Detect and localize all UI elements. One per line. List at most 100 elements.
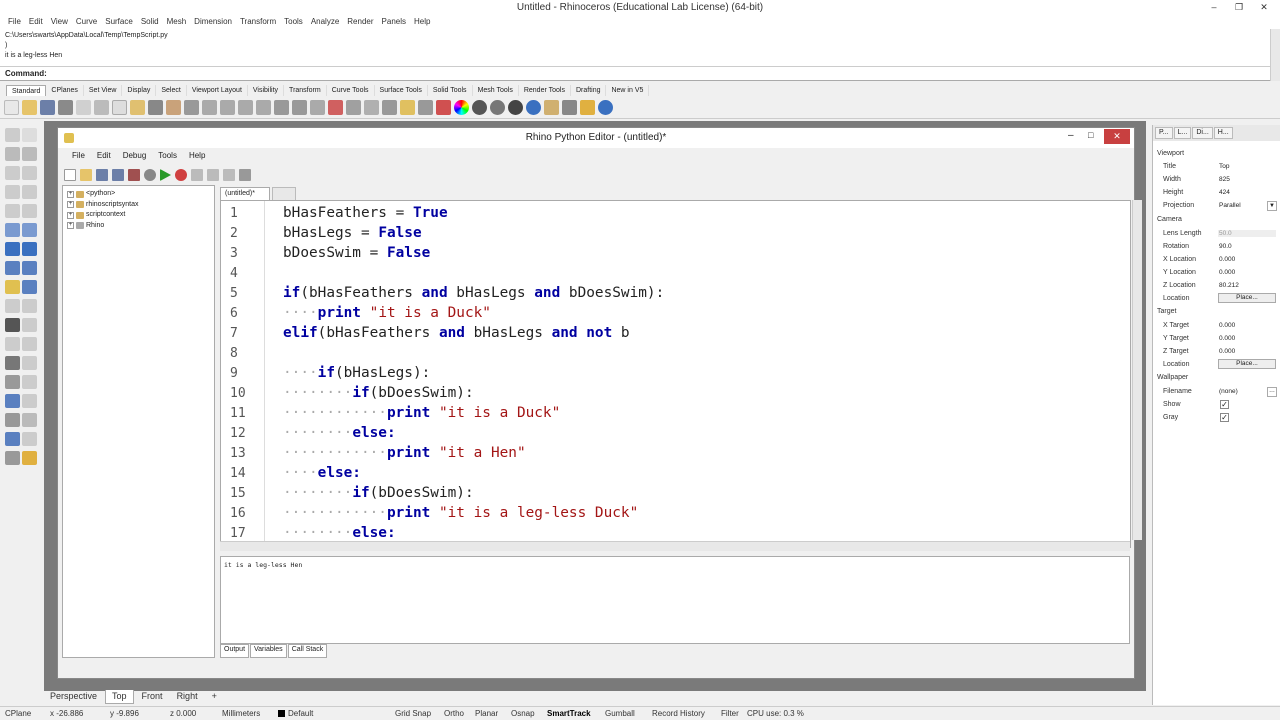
render-icon[interactable] <box>508 100 523 115</box>
code-vertical-scrollbar[interactable] <box>1132 200 1142 540</box>
save-all-icon[interactable] <box>112 169 124 181</box>
expand-icon[interactable]: + <box>67 222 74 230</box>
options-icon[interactable] <box>544 100 559 115</box>
expand-icon[interactable]: + <box>67 201 74 209</box>
split-icon[interactable] <box>5 318 20 332</box>
browse-button[interactable]: … <box>1267 387 1277 397</box>
code-line[interactable]: ············print "it a Hen" <box>283 445 526 461</box>
code-line[interactable]: ········else: <box>283 425 396 441</box>
rectangle-icon[interactable] <box>22 185 37 199</box>
code-line[interactable]: bHasFeathers = True <box>283 205 448 221</box>
tab-properties[interactable]: P... <box>1155 127 1173 139</box>
save-icon[interactable] <box>40 100 55 115</box>
ortho-button[interactable]: Ortho <box>444 709 464 718</box>
rendered-icon[interactable] <box>490 100 505 115</box>
layer-icon[interactable] <box>436 100 451 115</box>
menu-panels[interactable]: Panels <box>378 15 410 29</box>
tree-item-rhino[interactable]: + Rhino <box>67 221 210 232</box>
properties-icon[interactable] <box>76 100 91 115</box>
record-history-button[interactable]: Record History <box>652 709 705 718</box>
menu-render[interactable]: Render <box>343 15 377 29</box>
code-line[interactable]: ········if(bDoesSwim): <box>283 385 474 401</box>
x-target-field[interactable]: 0.000 <box>1218 322 1276 329</box>
help-icon[interactable] <box>598 100 613 115</box>
code-line[interactable]: ····if(bHasLegs): <box>283 365 430 381</box>
code-line[interactable]: ············print "it is a Duck" <box>283 405 560 421</box>
tree-item-rhinoscriptsyntax[interactable]: + rhinoscriptsyntax <box>67 200 210 211</box>
polygon-icon[interactable] <box>5 204 20 218</box>
explode-icon[interactable] <box>22 337 37 351</box>
osnap-icon[interactable] <box>346 100 361 115</box>
y-target-field[interactable]: 0.000 <box>1218 335 1276 342</box>
extrude-icon[interactable] <box>22 223 37 237</box>
units-label[interactable]: Millimeters <box>222 709 260 718</box>
code-editor[interactable]: 1 2 3 4 5 6 7 8 9 10 11 12 13 14 15 16 1… <box>220 200 1131 548</box>
menu-help[interactable]: Help <box>410 15 434 29</box>
grid-snap-button[interactable]: Grid Snap <box>395 709 431 718</box>
planar-button[interactable]: Planar <box>475 709 498 718</box>
editor-maximize-icon[interactable]: □ <box>1088 130 1093 140</box>
check-icon[interactable] <box>22 432 37 446</box>
gumball-button[interactable]: Gumball <box>605 709 635 718</box>
set-view-icon[interactable] <box>310 100 325 115</box>
menu-dimension[interactable]: Dimension <box>190 15 236 29</box>
tab-transform[interactable]: Transform <box>284 85 327 96</box>
tab-perspective[interactable]: Perspective <box>44 690 103 704</box>
cplane-icon[interactable] <box>328 100 343 115</box>
surface-icon[interactable] <box>5 223 20 237</box>
undo-view-icon[interactable] <box>274 100 289 115</box>
width-field[interactable]: 825 <box>1218 176 1276 183</box>
code-line[interactable]: elif(bHasFeathers and bHasLegs and not b <box>283 325 630 341</box>
tab-layers[interactable]: L... <box>1173 127 1192 139</box>
project-icon[interactable] <box>5 432 20 446</box>
array-icon[interactable] <box>5 375 20 389</box>
tab-call-stack[interactable]: Call Stack <box>287 644 328 658</box>
code-line[interactable]: ············print "it is a leg-less Duck… <box>283 505 638 521</box>
editor-close-icon[interactable]: ✕ <box>1104 129 1130 144</box>
tab-front[interactable]: Front <box>136 690 169 704</box>
tab-surface-tools[interactable]: Surface Tools <box>375 85 428 96</box>
trim-icon[interactable] <box>22 318 37 332</box>
editor-menu-edit[interactable]: Edit <box>91 150 117 164</box>
code-line[interactable]: ····else: <box>283 465 361 481</box>
rebuild-icon[interactable] <box>5 394 20 408</box>
save-as-icon[interactable] <box>128 169 140 181</box>
menu-analyze[interactable]: Analyze <box>307 15 343 29</box>
points-on-icon[interactable] <box>22 394 37 408</box>
add-viewport-button[interactable]: + <box>206 690 223 704</box>
code-horizontal-scrollbar[interactable] <box>220 541 1130 551</box>
point-icon[interactable] <box>22 128 37 142</box>
code-line[interactable]: ········if(bDoesSwim): <box>283 485 474 501</box>
z-location-field[interactable]: 80.212 <box>1218 282 1276 289</box>
analyze-icon[interactable] <box>5 451 20 465</box>
stop-icon[interactable] <box>239 169 251 181</box>
close-icon[interactable]: ✕ <box>1253 0 1275 15</box>
expand-icon[interactable]: + <box>67 211 74 219</box>
osnap-button[interactable]: Osnap <box>511 709 535 718</box>
zoom-window-icon[interactable] <box>220 100 235 115</box>
tab-select[interactable]: Select <box>156 85 187 96</box>
chevron-down-icon[interactable]: ▼ <box>1267 201 1277 211</box>
rotate-view-icon[interactable] <box>184 100 199 115</box>
copy-icon[interactable] <box>112 100 127 115</box>
tree-item-python[interactable]: + <python> <box>67 189 210 200</box>
command-line[interactable]: Command: <box>0 67 1270 81</box>
history-scrollbar[interactable] <box>1270 29 1280 81</box>
render-light-icon[interactable] <box>22 451 37 465</box>
sphere-icon[interactable] <box>22 242 37 256</box>
tab-right[interactable]: Right <box>171 690 204 704</box>
rotation-field[interactable]: 90.0 <box>1218 243 1276 250</box>
editor-menu-debug[interactable]: Debug <box>117 150 153 164</box>
ellipse-icon[interactable] <box>22 166 37 180</box>
code-line[interactable]: ········else: <box>283 525 396 541</box>
boolean-diff-icon[interactable] <box>22 280 37 294</box>
tab-visibility[interactable]: Visibility <box>248 85 285 96</box>
tab-help[interactable]: H... <box>1213 127 1233 139</box>
gray-checkbox[interactable]: ✓ <box>1220 413 1229 422</box>
scale-icon[interactable] <box>22 413 37 427</box>
zoom-icon[interactable] <box>202 100 217 115</box>
boolean-union-icon[interactable] <box>5 280 20 294</box>
step-out-icon[interactable] <box>223 169 235 181</box>
expand-icon[interactable]: + <box>67 190 74 198</box>
arc-icon[interactable] <box>5 185 20 199</box>
